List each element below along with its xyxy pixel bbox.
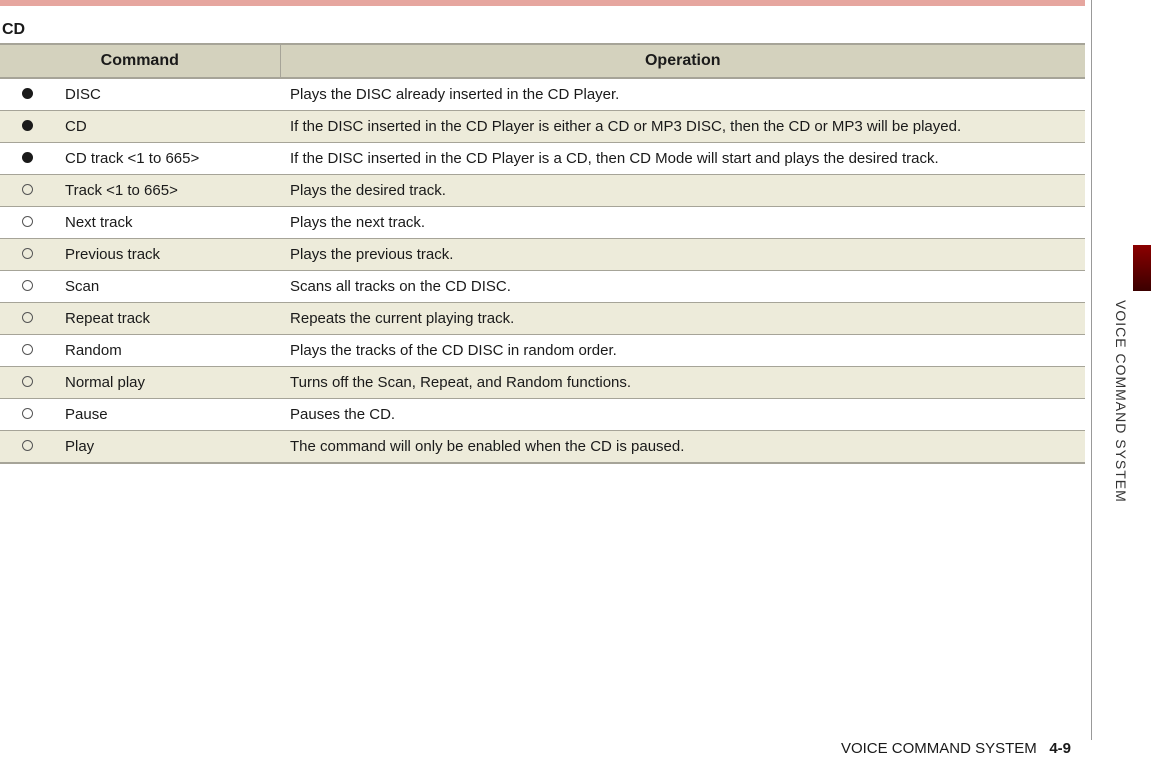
side-tab-label: VOICE COMMAND SYSTEM — [1113, 300, 1129, 503]
section-title: CD — [2, 21, 1085, 39]
bullet-empty-icon — [0, 399, 55, 431]
table-row: CD track <1 to 665>If the DISC inserted … — [0, 143, 1085, 175]
command-cell: Previous track — [55, 239, 280, 271]
command-cell: DISC — [55, 78, 280, 111]
page-content: CD Command Operation DISCPlays the DISC … — [0, 6, 1085, 464]
table-row: RandomPlays the tracks of the CD DISC in… — [0, 335, 1085, 367]
bullet-empty-icon — [0, 271, 55, 303]
command-cell: Repeat track — [55, 303, 280, 335]
table-row: Normal playTurns off the Scan, Repeat, a… — [0, 367, 1085, 399]
column-header-operation: Operation — [280, 44, 1085, 78]
operation-cell: Plays the tracks of the CD DISC in rando… — [280, 335, 1085, 367]
operation-cell: Plays the previous track. — [280, 239, 1085, 271]
table-row: Track <1 to 665>Plays the desired track. — [0, 175, 1085, 207]
bullet-filled-icon — [0, 143, 55, 175]
operation-cell: Pauses the CD. — [280, 399, 1085, 431]
operation-cell: Plays the next track. — [280, 207, 1085, 239]
operation-cell: If the DISC inserted in the CD Player is… — [280, 143, 1085, 175]
command-cell: CD track <1 to 665> — [55, 143, 280, 175]
table-header-row: Command Operation — [0, 44, 1085, 78]
bullet-filled-icon — [0, 111, 55, 143]
table-row: PausePauses the CD. — [0, 399, 1085, 431]
table-row: PlayThe command will only be enabled whe… — [0, 431, 1085, 464]
operation-cell: If the DISC inserted in the CD Player is… — [280, 111, 1085, 143]
command-cell: Track <1 to 665> — [55, 175, 280, 207]
side-tab-thumb — [1133, 245, 1151, 291]
operation-cell: The command will only be enabled when th… — [280, 431, 1085, 464]
table-row: ScanScans all tracks on the CD DISC. — [0, 271, 1085, 303]
bullet-empty-icon — [0, 207, 55, 239]
table-row: Next trackPlays the next track. — [0, 207, 1085, 239]
command-cell: Play — [55, 431, 280, 464]
page-footer: VOICE COMMAND SYSTEM 4-9 — [841, 740, 1071, 757]
operation-cell: Scans all tracks on the CD DISC. — [280, 271, 1085, 303]
table-row: Repeat trackRepeats the current playing … — [0, 303, 1085, 335]
table-row: DISCPlays the DISC already inserted in t… — [0, 78, 1085, 111]
bullet-empty-icon — [0, 367, 55, 399]
footer-page-number: 4-9 — [1049, 740, 1071, 757]
operation-cell: Turns off the Scan, Repeat, and Random f… — [280, 367, 1085, 399]
bullet-empty-icon — [0, 175, 55, 207]
bullet-empty-icon — [0, 303, 55, 335]
command-cell: Pause — [55, 399, 280, 431]
footer-label: VOICE COMMAND SYSTEM — [841, 740, 1037, 757]
side-tab: VOICE COMMAND SYSTEM — [1091, 0, 1151, 740]
column-header-command: Command — [0, 44, 280, 78]
command-cell: Random — [55, 335, 280, 367]
bullet-empty-icon — [0, 431, 55, 464]
command-cell: Scan — [55, 271, 280, 303]
operation-cell: Repeats the current playing track. — [280, 303, 1085, 335]
command-cell: CD — [55, 111, 280, 143]
command-cell: Next track — [55, 207, 280, 239]
commands-table: Command Operation DISCPlays the DISC alr… — [0, 43, 1085, 464]
bullet-filled-icon — [0, 78, 55, 111]
bullet-empty-icon — [0, 335, 55, 367]
operation-cell: Plays the desired track. — [280, 175, 1085, 207]
bullet-empty-icon — [0, 239, 55, 271]
table-row: Previous trackPlays the previous track. — [0, 239, 1085, 271]
operation-cell: Plays the DISC already inserted in the C… — [280, 78, 1085, 111]
table-row: CDIf the DISC inserted in the CD Player … — [0, 111, 1085, 143]
command-cell: Normal play — [55, 367, 280, 399]
